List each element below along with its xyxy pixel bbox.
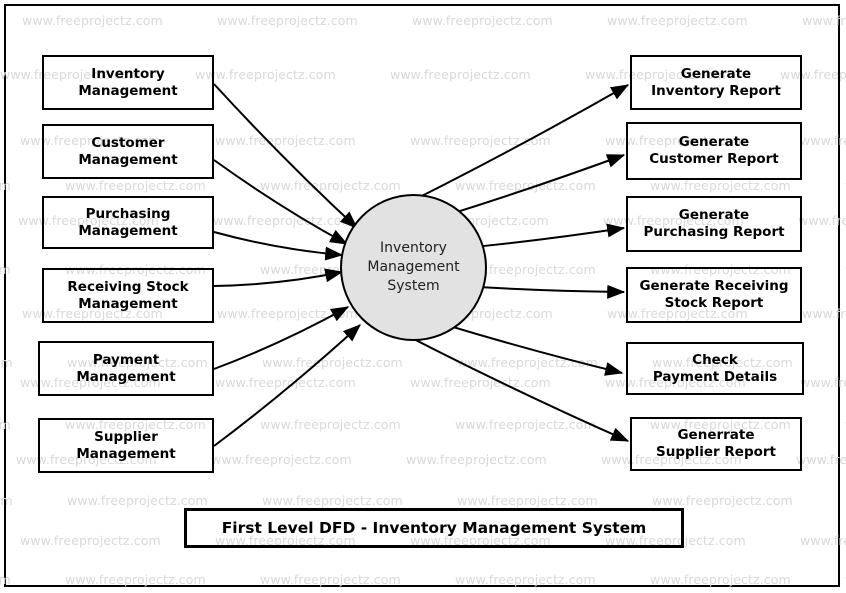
flow-in-inventory-management (213, 83, 358, 229)
dfd-diagram-page: www.freeprojectz.com www.freeprojectz.com… (0, 0, 846, 593)
entity-payment-management[interactable]: Payment Management (38, 341, 214, 396)
node-label: Generate Inventory Report (651, 65, 781, 99)
input-flow-group (213, 83, 361, 447)
node-label: Generate Customer Report (649, 134, 779, 167)
flow-in-purchasing-management (213, 231, 344, 261)
flow-in-payment-management (213, 306, 350, 370)
entity-inventory-management[interactable]: Inventory Management (42, 55, 214, 110)
diagram-title: First Level DFD - Inventory Management S… (221, 519, 647, 537)
diagram-title-box: First Level DFD - Inventory Management S… (184, 508, 684, 548)
flow-in-receiving-stock-management (213, 268, 344, 287)
node-label: Receiving Stock Management (67, 278, 189, 312)
entity-generate-receiving-stock-report[interactable]: Generate Receiving Stock Report (626, 267, 802, 323)
entity-receiving-stock-management[interactable]: Receiving Stock Management (42, 268, 214, 323)
entity-check-payment-details[interactable]: Check Payment Details (626, 342, 804, 395)
entity-generrate-supplier-report[interactable]: Generrate Supplier Report (630, 417, 802, 471)
entity-generate-purchasing-report[interactable]: Generate Purchasing Report (626, 196, 802, 252)
node-label: Generate Purchasing Report (643, 207, 785, 240)
node-label: Payment Management (76, 351, 176, 385)
node-label: Supplier Management (76, 428, 176, 462)
entity-supplier-management[interactable]: Supplier Management (38, 418, 214, 473)
node-label: Purchasing Management (78, 205, 178, 239)
flow-in-customer-management (213, 159, 349, 245)
node-label: Customer Management (78, 134, 178, 168)
process-inventory-management-system[interactable]: Inventory Management System (340, 194, 487, 341)
node-label: Generate Receiving Stock Report (639, 278, 789, 311)
node-label: Generrate Supplier Report (655, 427, 777, 460)
process-label: Inventory Management System (367, 240, 460, 294)
entity-purchasing-management[interactable]: Purchasing Management (42, 196, 214, 249)
entity-generate-customer-report[interactable]: Generate Customer Report (626, 122, 802, 180)
entity-customer-management[interactable]: Customer Management (42, 124, 214, 179)
node-label: Inventory Management (78, 65, 178, 99)
flow-in-supplier-management (213, 324, 361, 447)
node-label: Check Payment Details (652, 351, 778, 385)
entity-generate-inventory-report[interactable]: Generate Inventory Report (630, 55, 802, 110)
